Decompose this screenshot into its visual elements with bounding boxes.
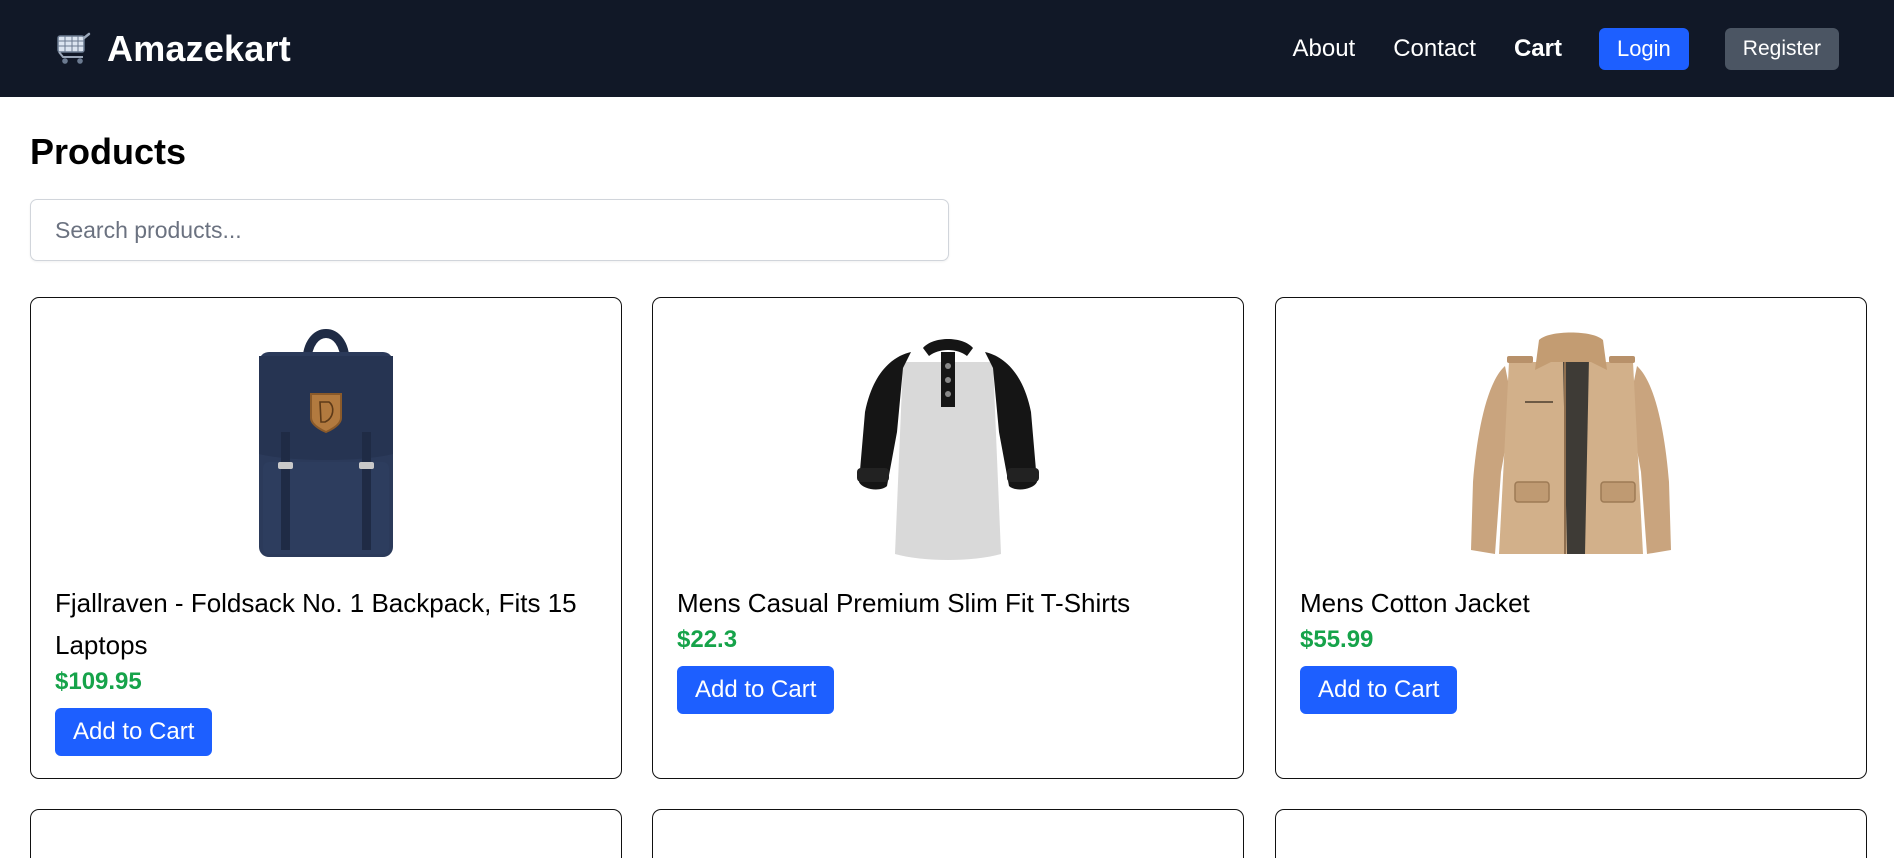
shopping-cart-icon [55, 32, 93, 66]
brand-name: Amazekart [107, 27, 291, 69]
product-title: Mens Cotton Jacket [1300, 588, 1530, 618]
product-card: Fjallraven - Foldsack No. 1 Backpack, Fi… [30, 297, 622, 779]
nav-link-contact[interactable]: Contact [1393, 35, 1476, 63]
product-image-shirt [677, 322, 1219, 562]
product-price: $109.95 [55, 668, 142, 695]
product-card: Mens Cotton Jacket $55.99 Add to Cart [1275, 297, 1867, 779]
search-input[interactable] [30, 199, 949, 261]
product-card-partial [30, 809, 622, 858]
product-price: $55.99 [1300, 626, 1374, 653]
product-card-partial [1275, 809, 1867, 858]
nav-links: About Contact Cart Login Register [1255, 27, 1839, 70]
add-to-cart-button[interactable]: Add to Cart [55, 708, 213, 756]
add-to-cart-button[interactable]: Add to Cart [677, 666, 835, 714]
product-image-backpack [55, 322, 597, 562]
product-card: Mens Casual Premium Slim Fit T-Shirts $2… [652, 297, 1244, 779]
login-button[interactable]: Login [1598, 27, 1689, 70]
product-image-jacket [1300, 322, 1842, 562]
product-price: $22.3 [677, 626, 738, 653]
brand-link[interactable]: Amazekart [55, 28, 291, 70]
product-title: Mens Casual Premium Slim Fit T-Shirts [677, 588, 1131, 618]
product-card-partial [652, 809, 1244, 858]
add-to-cart-button[interactable]: Add to Cart [1300, 666, 1458, 714]
top-navbar: Amazekart About Contact Cart Login Regis… [0, 0, 1894, 97]
page-title: Products [30, 131, 187, 172]
product-title: Fjallraven - Foldsack No. 1 Backpack, Fi… [55, 588, 577, 660]
nav-link-cart[interactable]: Cart [1514, 35, 1562, 63]
nav-link-about[interactable]: About [1293, 35, 1356, 63]
register-button[interactable]: Register [1724, 27, 1839, 70]
